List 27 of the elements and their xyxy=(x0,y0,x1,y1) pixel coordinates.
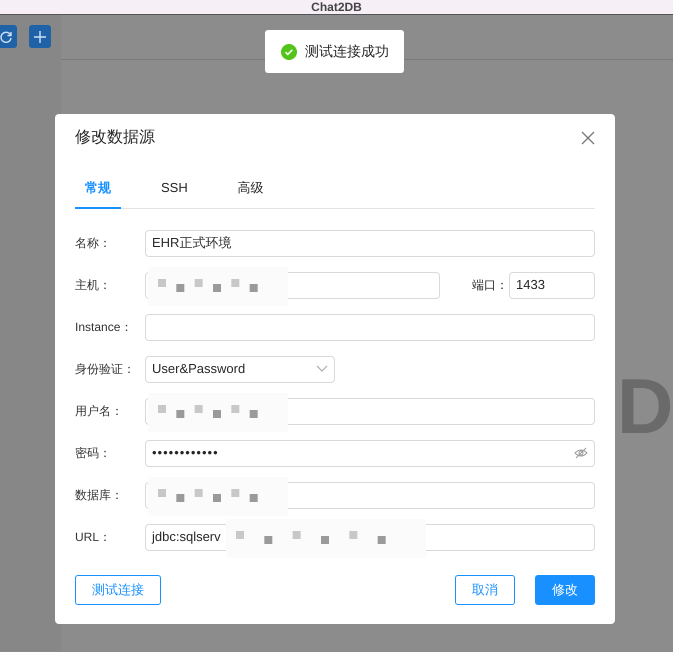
hidden-eye-icon[interactable] xyxy=(574,447,588,459)
window-title: Chat2DB xyxy=(311,0,362,14)
select-field[interactable]: User&Password xyxy=(145,356,335,382)
caret-icon xyxy=(316,365,328,373)
field-label: 身份验证： xyxy=(75,361,136,378)
success-icon xyxy=(281,44,297,60)
refresh-icon xyxy=(0,30,13,44)
field-label: 用户名： xyxy=(75,403,124,420)
field-label: 名称： xyxy=(75,235,112,252)
input-field[interactable]: EHR正式环境 xyxy=(145,230,595,256)
input-field[interactable]: 1433 xyxy=(509,272,595,298)
field-label: 数据库： xyxy=(75,487,124,504)
close-button[interactable] xyxy=(581,131,595,145)
plus-icon xyxy=(33,30,47,44)
field-label: URL： xyxy=(75,529,112,546)
add-button[interactable] xyxy=(29,25,51,48)
input-field[interactable]: •••••••••••• xyxy=(145,440,595,466)
toast-message: 测试连接成功 xyxy=(305,42,389,61)
field-label: 端口： xyxy=(472,277,509,294)
dialog-title: 修改数据源 xyxy=(75,128,155,148)
field-label: 密码： xyxy=(75,445,112,462)
tab[interactable]: 高级 xyxy=(228,178,274,208)
refresh-button[interactable] xyxy=(0,25,17,48)
tab[interactable]: SSH xyxy=(151,178,198,208)
input-field[interactable] xyxy=(145,314,595,340)
field-label: Instance： xyxy=(75,319,134,336)
field-label: 主机： xyxy=(75,277,112,294)
